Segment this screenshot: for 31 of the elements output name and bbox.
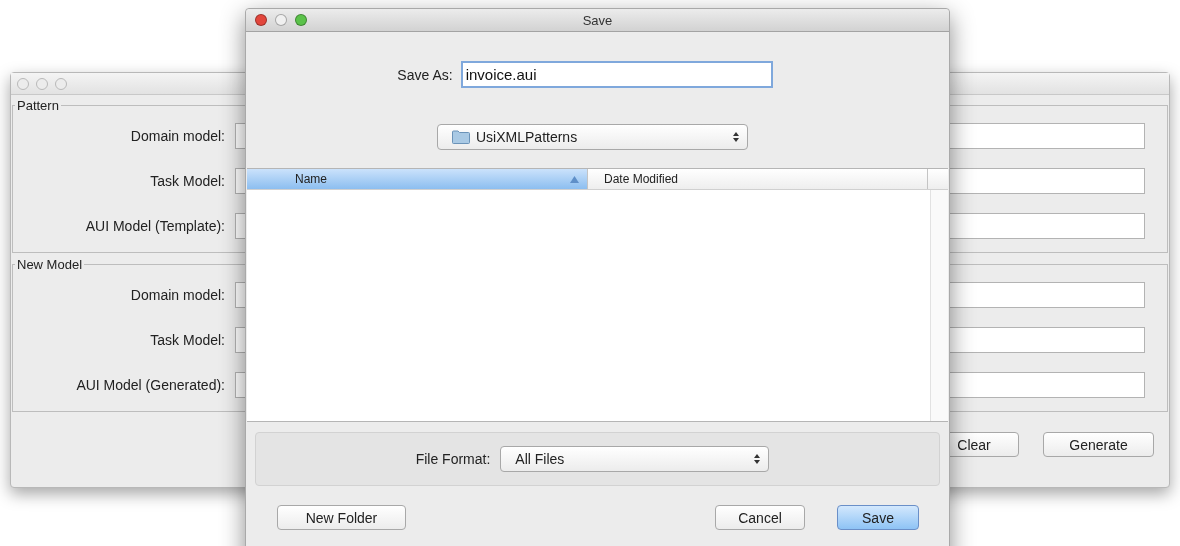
folder-icon [452, 130, 470, 144]
filename-field[interactable]: invoice.aui [460, 61, 773, 88]
column-header[interactable]: Name [247, 169, 588, 189]
field-label: Domain model: [129, 286, 225, 303]
zoom-icon[interactable] [295, 14, 307, 26]
updown-arrows-icon [733, 132, 739, 142]
window-control-icon[interactable] [36, 77, 48, 90]
folder-dropdown[interactable]: UsiXMLPatterns [437, 124, 748, 150]
save-button[interactable]: Save [837, 505, 919, 530]
generate-button[interactable]: Generate [1043, 432, 1154, 457]
field-label: AUI Model (Template): [84, 217, 225, 234]
field-label: Domain model: [129, 127, 225, 144]
file-list[interactable]: Name Date Modified [247, 168, 948, 422]
field-label: Task Model: [149, 172, 225, 189]
field-label: File Format: [415, 451, 491, 467]
column-header[interactable]: Date Modified [588, 169, 928, 189]
field-label: Save As: [397, 66, 453, 83]
field-label: Task Model: [149, 331, 225, 348]
sort-arrow-icon [570, 175, 579, 183]
updown-arrows-icon [754, 454, 761, 464]
close-icon[interactable] [255, 14, 267, 26]
new-folder-button[interactable]: New Folder [277, 505, 406, 530]
cancel-button[interactable]: Cancel [715, 505, 805, 530]
window-title: Save [582, 12, 613, 28]
group-title: New Model [16, 257, 84, 272]
window-control-icon[interactable] [55, 77, 67, 90]
format-dropdown[interactable]: All Files [500, 446, 770, 472]
group-title: Pattern [16, 98, 60, 113]
field-label: AUI Model (Generated): [75, 376, 225, 393]
window-control-icon[interactable] [17, 77, 29, 90]
minimize-icon[interactable] [275, 14, 287, 26]
